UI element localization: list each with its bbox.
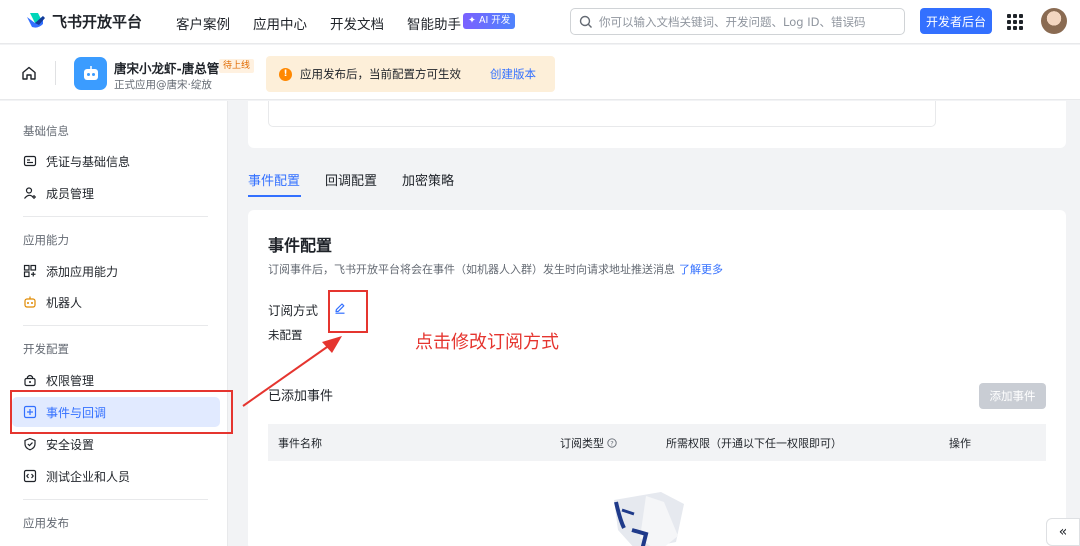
nav-item-docs[interactable]: 开发文档	[330, 13, 384, 33]
lock-icon	[24, 374, 36, 387]
developer-console-button[interactable]: 开发者后台	[920, 8, 992, 34]
top-navbar: 飞书开放平台 客户案例 应用中心 开发文档 智能助手 ✦ AI 开发 开发者后台	[0, 0, 1080, 44]
sidebar-item-label: 机器人	[46, 295, 83, 310]
column-header: 操作	[949, 437, 971, 450]
sidebar-item-label: 安全设置	[46, 437, 95, 452]
divider	[23, 499, 208, 500]
sidebar-item-label: 成员管理	[46, 186, 95, 201]
help-icon[interactable]: ?	[607, 438, 617, 448]
app-header: 唐宋小龙虾-唐总管 待上线 正式应用@唐宋·绽放 ! 应用发布后，当前配置方可生…	[0, 45, 1080, 100]
nav-item-cases[interactable]: 客户案例	[176, 13, 230, 33]
app-icon	[74, 57, 107, 90]
app-name: 唐宋小龙虾-唐总管	[114, 61, 220, 76]
search-box[interactable]	[570, 8, 905, 35]
sidebar-item-bot[interactable]: 机器人	[12, 287, 220, 317]
subscribe-method-value: 未配置	[268, 328, 303, 342]
shield-icon	[24, 437, 36, 451]
events-table-header: 事件名称 订阅类型 ? 所需权限（开通以下任一权限即可） 操作	[268, 424, 1046, 461]
apps-grid-icon[interactable]	[1007, 14, 1023, 30]
tab-encryption[interactable]: 加密策略	[402, 170, 454, 189]
nav-item-assistant[interactable]: 智能助手	[407, 13, 461, 33]
sidebar-item-test-tenants[interactable]: 测试企业和人员	[12, 461, 220, 491]
event-config-card: 事件配置 订阅事件后，飞书开放平台将会在事件（如机器人入群）发生时向请求地址推送…	[248, 210, 1066, 546]
section-title-basic: 基础信息	[23, 124, 69, 138]
tab-underline	[248, 195, 301, 197]
sidebar-item-members[interactable]: 成员管理	[12, 178, 220, 208]
warning-icon: !	[279, 67, 292, 81]
sidebar-item-credentials[interactable]: 凭证与基础信息	[12, 146, 220, 176]
logo-text: 飞书开放平台	[52, 12, 143, 31]
subscribe-method-label: 订阅方式	[268, 303, 319, 318]
divider	[23, 325, 208, 326]
added-events-title: 已添加事件	[268, 389, 334, 404]
add-event-button[interactable]: 添加事件	[979, 383, 1046, 409]
section-title-release: 应用发布	[23, 516, 69, 530]
annotation-highlight-box	[328, 290, 368, 333]
search-icon	[579, 15, 592, 28]
feishu-logo-icon	[27, 13, 45, 28]
sidebar-item-label: 测试企业和人员	[46, 469, 131, 484]
top-card	[248, 101, 1066, 148]
grid-add-icon	[23, 264, 37, 278]
user-add-icon	[24, 187, 36, 199]
id-card-icon	[23, 155, 37, 167]
sidebar-item-label: 凭证与基础信息	[46, 154, 131, 169]
avatar[interactable]	[1041, 8, 1067, 34]
inner-card	[268, 101, 936, 127]
empty-state-illustration	[614, 492, 684, 546]
status-badge: 待上线	[219, 59, 255, 73]
home-icon[interactable]	[21, 65, 37, 81]
search-input[interactable]	[599, 14, 889, 29]
divider	[23, 216, 208, 217]
learn-more-link[interactable]: 了解更多	[679, 263, 723, 276]
column-header: 订阅类型 ?	[560, 435, 617, 451]
sidebar: 基础信息 凭证与基础信息 成员管理 应用能力 添加应用能力 机器人 开发配置 权…	[0, 101, 228, 546]
divider	[55, 61, 56, 85]
notice-text: 应用发布后，当前配置方可生效	[300, 67, 461, 81]
publish-notice: ! 应用发布后，当前配置方可生效 创建版本	[266, 56, 555, 92]
section-title-capabilities: 应用能力	[23, 233, 69, 247]
nav-item-app-center[interactable]: 应用中心	[253, 13, 307, 33]
page-title: 事件配置	[268, 236, 333, 255]
section-title-dev-config: 开发配置	[23, 342, 69, 356]
column-header: 事件名称	[278, 437, 322, 450]
annotation-highlight-box	[10, 390, 233, 434]
app-subtitle: 正式应用@唐宋·绽放	[114, 79, 212, 91]
tab-event-config[interactable]: 事件配置	[248, 170, 300, 189]
ai-badge[interactable]: ✦ AI 开发	[463, 13, 516, 29]
sidebar-item-label: 添加应用能力	[46, 264, 119, 279]
code-icon	[23, 469, 37, 483]
annotation-text: 点击修改订阅方式	[415, 332, 559, 353]
svg-text:?: ?	[610, 439, 613, 447]
description-text: 订阅事件后，飞书开放平台将会在事件（如机器人入群）发生时向请求地址推送消息	[268, 263, 675, 276]
robot-icon	[83, 65, 98, 80]
tab-bar: 事件配置 回调配置 加密策略	[248, 160, 1066, 198]
column-header-label: 订阅类型	[560, 437, 604, 450]
sidebar-item-label: 权限管理	[46, 373, 95, 388]
logo[interactable]: 飞书开放平台	[24, 10, 142, 32]
create-version-link[interactable]: 创建版本	[490, 66, 536, 82]
column-header: 所需权限（开通以下任一权限即可）	[666, 437, 842, 450]
sidebar-item-add-capability[interactable]: 添加应用能力	[12, 256, 220, 286]
tab-callback-config[interactable]: 回调配置	[325, 170, 377, 189]
description: 订阅事件后，飞书开放平台将会在事件（如机器人入群）发生时向请求地址推送消息 了解更…	[268, 261, 723, 277]
collapse-button[interactable]: «	[1046, 518, 1080, 546]
robot-icon	[24, 296, 36, 308]
